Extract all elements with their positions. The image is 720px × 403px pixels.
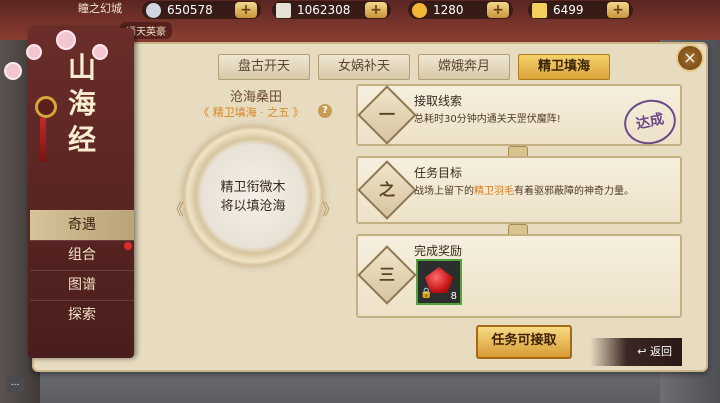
chat-button[interactable]: ... bbox=[6, 376, 24, 392]
resource-gold-value: 1280 bbox=[433, 3, 464, 17]
card-title: 接取线索 bbox=[414, 94, 463, 108]
story-caption-line2: 将以填沧海 bbox=[220, 199, 286, 214]
wing-ornament-right-icon: 》 bbox=[322, 200, 339, 219]
resource-silver: 650578 + bbox=[142, 1, 261, 19]
tab-nuwa[interactable]: 女娲补天 bbox=[318, 54, 410, 80]
resource-scroll: 1062308 + bbox=[272, 1, 391, 19]
card-title: 完成奖励 bbox=[414, 244, 463, 258]
help-icon[interactable]: ? bbox=[318, 104, 332, 118]
card-desc: 总耗时30分钟内通关天罡伏魔阵! bbox=[414, 114, 561, 125]
accept-task-button[interactable]: 任务可接取 bbox=[476, 325, 572, 359]
numeral-three: 三 bbox=[378, 265, 395, 284]
numeral-two: 之 bbox=[378, 180, 395, 199]
numeral-emblem: 一 bbox=[357, 85, 417, 145]
desc-text: 战场上留下的 bbox=[414, 186, 474, 197]
card-desc: 战场上留下的精卫羽毛有着驱邪蔽障的神奇力量。 bbox=[414, 184, 644, 199]
reward-count: 8 bbox=[450, 291, 457, 302]
resource-silver-value: 650578 bbox=[167, 3, 213, 17]
blossom-icon bbox=[26, 44, 42, 60]
tab-jingwei[interactable]: 精卫填海 bbox=[518, 54, 610, 80]
story-title: 沧海桑田 bbox=[229, 90, 282, 105]
resource-ticket-value: 6499 bbox=[553, 3, 584, 17]
resource-scroll-value: 1062308 bbox=[297, 3, 351, 17]
gold-ingot-icon bbox=[412, 2, 427, 18]
ticket-icon bbox=[532, 2, 547, 18]
highlight-item-name: 精卫羽毛 bbox=[474, 186, 514, 197]
scroll-icon bbox=[276, 2, 291, 18]
notification-dot bbox=[124, 242, 132, 250]
chapter-tabs: 盘古开天 女娲补天 嫦娥奔月 精卫填海 bbox=[218, 54, 610, 80]
numeral-one: 一 bbox=[378, 105, 395, 124]
sidebar-item-explore[interactable]: 探索 bbox=[30, 300, 134, 330]
add-scroll-button[interactable]: + bbox=[365, 2, 387, 18]
story-caption-line1: 精卫衔微木 bbox=[220, 180, 286, 195]
back-arrow-icon: ↩ bbox=[637, 345, 650, 358]
blossom-icon bbox=[4, 62, 22, 80]
reward-item-slot[interactable]: 🔒 8 bbox=[416, 259, 462, 305]
server-name: 瞳之幻城 bbox=[78, 2, 122, 15]
back-label: 返回 bbox=[650, 345, 672, 358]
wing-ornament-left-icon: 《 bbox=[168, 200, 185, 219]
card-reward: 三 完成奖励 bbox=[356, 234, 682, 318]
book-title: 山海经 bbox=[67, 51, 96, 156]
tab-pangu[interactable]: 盘古开天 bbox=[218, 54, 310, 80]
sidebar-item-combo[interactable]: 组合 bbox=[30, 240, 134, 270]
resource-gold: 1280 + bbox=[408, 1, 513, 19]
silver-coin-icon bbox=[146, 2, 161, 18]
back-button[interactable]: ↩ 返回 bbox=[590, 338, 682, 366]
lock-icon: 🔒 bbox=[420, 288, 433, 299]
coin-charm-icon bbox=[35, 96, 57, 118]
desc-text: 有着驱邪蔽障的神奇力量。 bbox=[514, 186, 634, 197]
card-title: 任务目标 bbox=[414, 166, 463, 180]
sidebar-item-atlas[interactable]: 图谱 bbox=[30, 270, 134, 300]
sidebar-item-encounter[interactable]: 奇遇 bbox=[30, 210, 134, 240]
numeral-emblem: 之 bbox=[357, 160, 417, 220]
card-task-goal: 之 任务目标 战场上留下的精卫羽毛有着驱邪蔽障的神奇力量。 bbox=[356, 156, 682, 224]
numeral-emblem: 三 bbox=[357, 245, 417, 305]
add-silver-button[interactable]: + bbox=[235, 2, 257, 18]
resource-ticket: 6499 + bbox=[528, 1, 633, 19]
tassel-icon bbox=[40, 118, 46, 162]
blossom-icon bbox=[56, 30, 76, 50]
add-ticket-button[interactable]: + bbox=[607, 2, 629, 18]
sidebar-nav: 奇遇 组合 图谱 探索 bbox=[30, 210, 134, 330]
story-caption: 精卫衔微木 将以填沧海 bbox=[196, 178, 310, 216]
close-button[interactable]: × bbox=[676, 44, 704, 72]
add-gold-button[interactable]: + bbox=[487, 2, 509, 18]
story-subtitle: 《 精卫填海 · 之五 》 bbox=[198, 106, 304, 119]
tab-change[interactable]: 嫦娥奔月 bbox=[418, 54, 510, 80]
